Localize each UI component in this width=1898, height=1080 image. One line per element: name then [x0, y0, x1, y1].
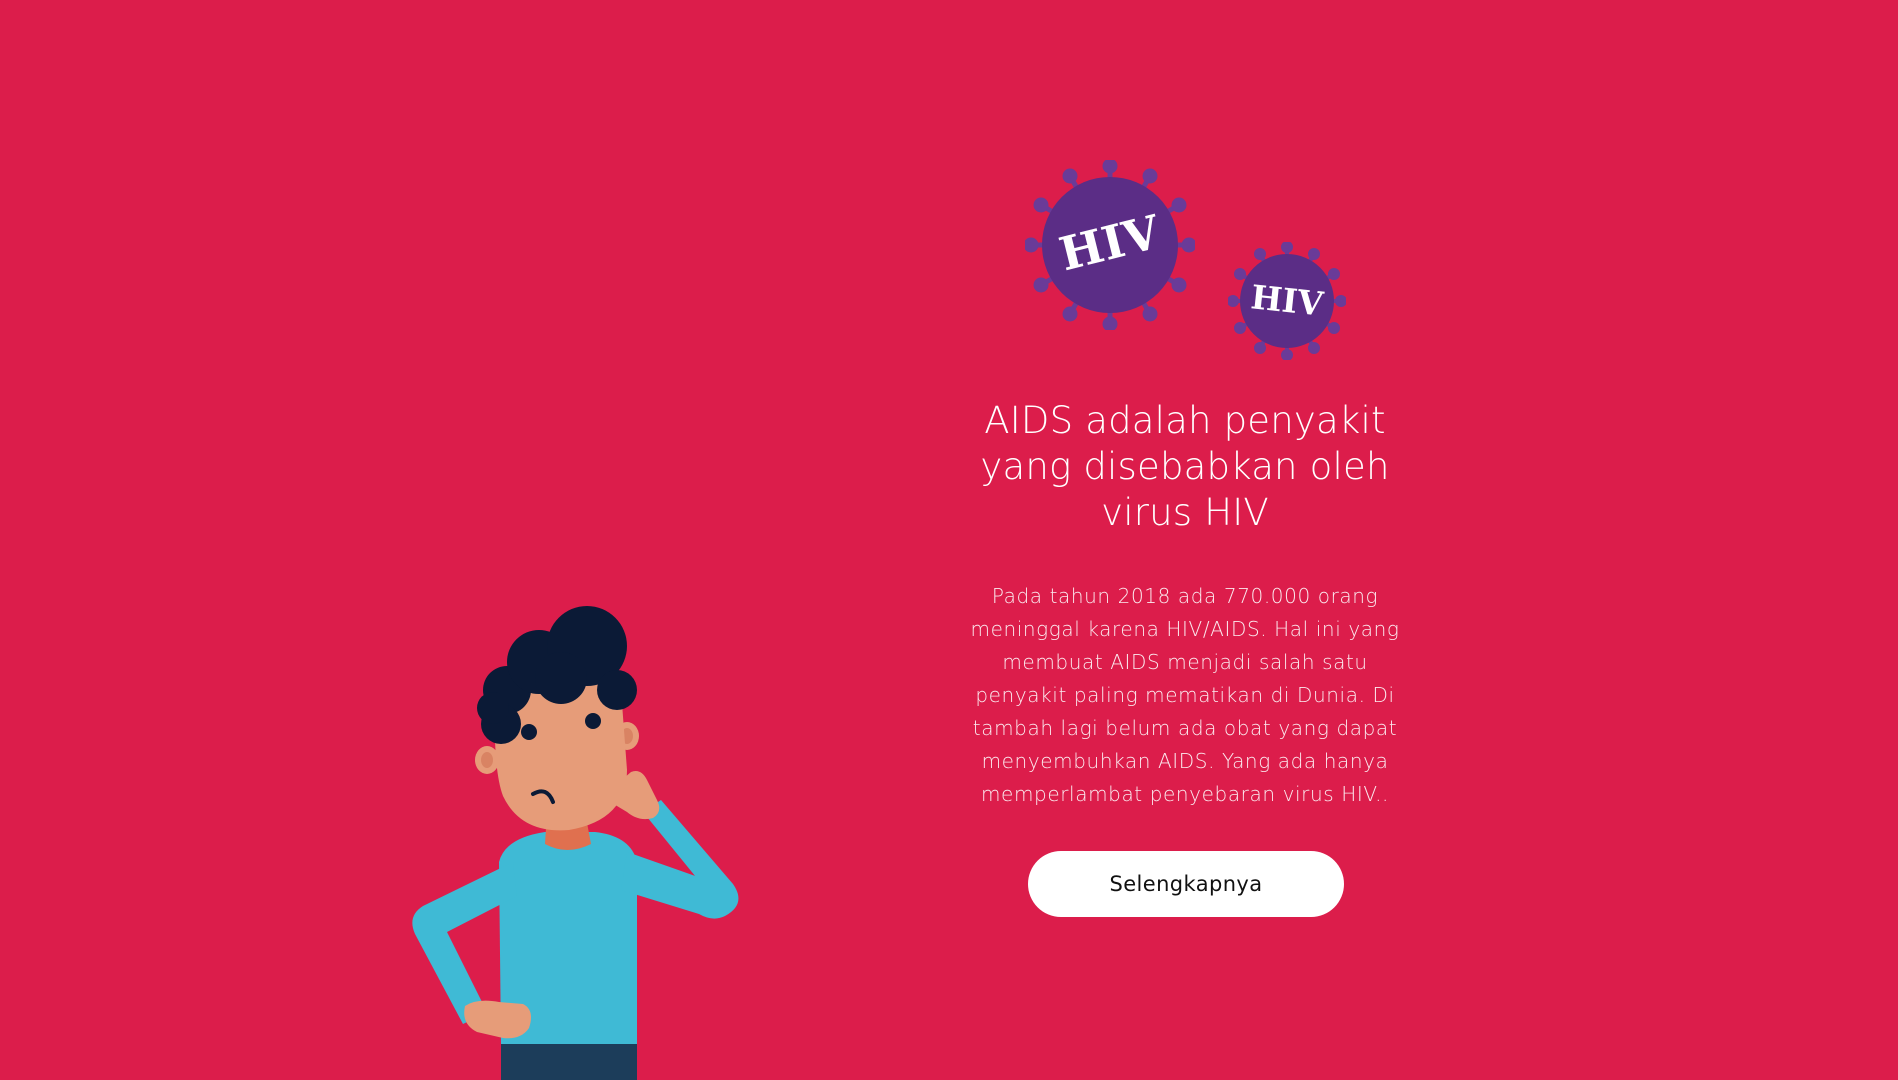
hero-description: Pada tahun 2018 ada 770.000 orang mening… — [970, 584, 1400, 806]
hero-section: HIV HIV AIDS adalah penyakit yang diseba… — [0, 0, 1898, 1080]
left-hand — [464, 1000, 531, 1039]
hero-content: AIDS adalah penyakit yang disebabkan ole… — [960, 398, 1410, 811]
thinking-person-illustration — [412, 606, 739, 1080]
left-ear-inner — [481, 752, 493, 768]
right-eye — [585, 713, 601, 729]
virus-small-label: HIV — [1249, 277, 1326, 323]
left-eye — [521, 724, 537, 740]
hiv-virus-small-icon: HIV — [1227, 241, 1347, 361]
pants — [501, 1040, 637, 1080]
read-more-button[interactable]: Selengkapnya — [1028, 851, 1344, 917]
page-title: AIDS adalah penyakit yang disebabkan ole… — [980, 399, 1390, 534]
hiv-virus-large-icon: HIV — [1023, 158, 1197, 332]
